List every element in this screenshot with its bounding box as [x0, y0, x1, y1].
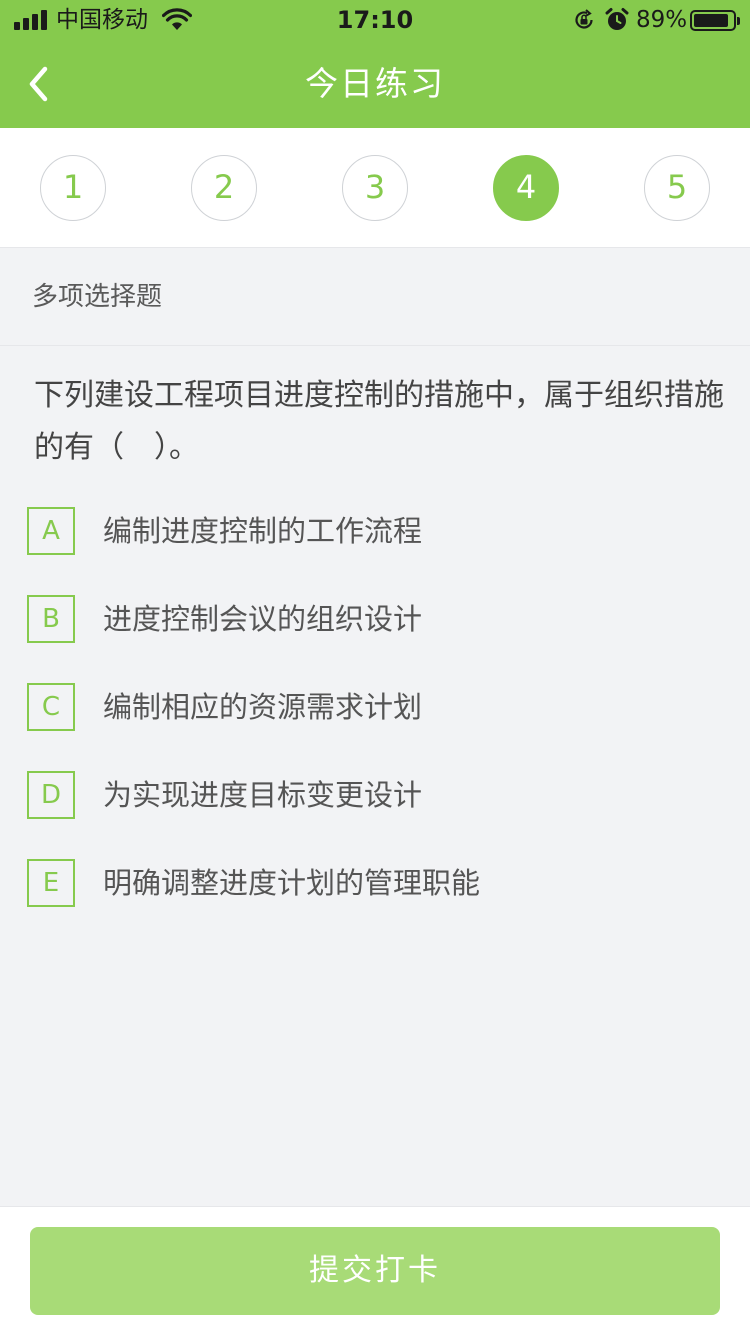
bottom-bar: 提交打卡 — [0, 1206, 750, 1334]
option-key-box[interactable]: A — [27, 507, 75, 555]
question-text: 下列建设工程项目进度控制的措施中，属于组织措施的有（ ）。 — [34, 378, 724, 465]
nav-bar: 今日练习 — [0, 40, 750, 128]
option-b[interactable]: B 进度控制会议的组织设计 — [27, 593, 717, 645]
submit-checkin-button[interactable]: 提交打卡 — [30, 1227, 720, 1315]
battery-fill — [694, 14, 728, 27]
option-d[interactable]: D 为实现进度目标变更设计 — [27, 769, 717, 821]
question-type-label: 多项选择题 — [0, 248, 750, 346]
question-stepper: 1 2 3 4 5 — [0, 128, 750, 248]
step-4[interactable]: 4 — [493, 155, 559, 221]
page-title: 今日练习 — [305, 64, 445, 103]
option-text: 进度控制会议的组织设计 — [103, 602, 423, 636]
battery-icon — [690, 10, 740, 31]
option-text: 编制相应的资源需求计划 — [103, 690, 423, 724]
option-key-box[interactable]: D — [27, 771, 75, 819]
rotation-lock-icon — [575, 9, 593, 29]
step-1[interactable]: 1 — [40, 155, 106, 221]
option-text: 为实现进度目标变更设计 — [103, 778, 423, 812]
option-key-box[interactable]: B — [27, 595, 75, 643]
step-2[interactable]: 2 — [191, 155, 257, 221]
battery-percent: 89% — [636, 7, 688, 33]
practice-page: 中国移动 17:10 89% 今日练习 1 2 3 4 5 多项选择题 下列建设… — [0, 0, 750, 1334]
option-e[interactable]: E 明确调整进度计划的管理职能 — [27, 857, 717, 909]
option-text: 明确调整进度计划的管理职能 — [103, 866, 481, 900]
header: 中国移动 17:10 89% 今日练习 — [0, 0, 750, 128]
option-a[interactable]: A 编制进度控制的工作流程 — [27, 505, 717, 557]
option-text: 编制进度控制的工作流程 — [103, 514, 423, 548]
option-c[interactable]: C 编制相应的资源需求计划 — [27, 681, 717, 733]
status-bar: 中国移动 17:10 89% — [0, 0, 750, 40]
step-3[interactable]: 3 — [342, 155, 408, 221]
option-key-box[interactable]: C — [27, 683, 75, 731]
step-5[interactable]: 5 — [644, 155, 710, 221]
option-key-box[interactable]: E — [27, 859, 75, 907]
alarm-icon — [605, 8, 629, 30]
